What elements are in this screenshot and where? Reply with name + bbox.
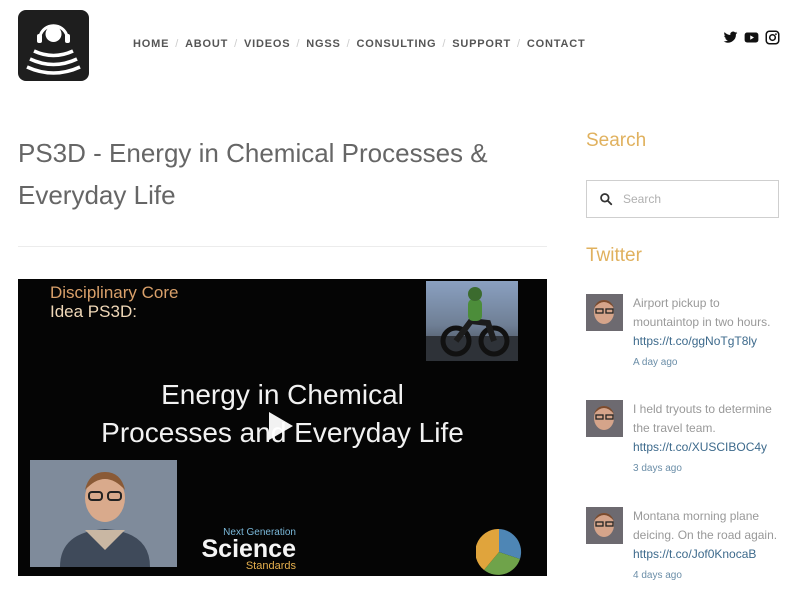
- page-title-line1: PS3D - Energy in Chemical Processes &: [18, 138, 488, 168]
- tweet-link[interactable]: https://t.co/XUSCIBOC4y: [633, 438, 783, 457]
- video-headline-line1: Energy in Chemical: [161, 379, 404, 410]
- tweet-text: Airport pickup to mountaintop in two hou…: [633, 296, 771, 329]
- search-icon: [600, 193, 613, 206]
- tweet-time[interactable]: 4 days ago: [633, 566, 783, 585]
- tweet-time[interactable]: 3 days ago: [633, 459, 783, 478]
- tweet-time[interactable]: A day ago: [633, 353, 783, 372]
- nav-separator: /: [517, 38, 521, 50]
- tweet-body: I held tryouts to determine the travel t…: [633, 400, 783, 478]
- nav-contact[interactable]: CONTACT: [527, 38, 586, 50]
- avatar: [586, 400, 623, 437]
- page-title: PS3D - Energy in Chemical Processes & Ev…: [18, 132, 538, 216]
- social-links: [723, 30, 780, 45]
- avatar: [586, 294, 623, 331]
- search-box[interactable]: [586, 180, 779, 218]
- video-player[interactable]: Disciplinary Core Idea PS3D: Energy in C…: [18, 279, 547, 576]
- nav-separator: /: [442, 38, 447, 50]
- play-icon[interactable]: [269, 412, 293, 440]
- nav-videos[interactable]: VIDEOS: [244, 38, 290, 50]
- nav-consulting[interactable]: CONSULTING: [357, 38, 437, 50]
- tweet-link[interactable]: https://t.co/ggNoTgT8ly: [633, 332, 783, 351]
- nav-home[interactable]: HOME: [133, 38, 169, 50]
- nav-separator: /: [296, 38, 301, 50]
- search-heading: Search: [586, 130, 647, 151]
- video-dci-line2: Idea PS3D:: [50, 302, 137, 321]
- motorcycle-thumbnail: [426, 281, 518, 361]
- nav-separator: /: [175, 38, 180, 50]
- site-logo[interactable]: [18, 10, 89, 81]
- tweet-link[interactable]: https://t.co/Jof0KnocaB: [633, 545, 783, 564]
- nav-separator: /: [234, 38, 239, 50]
- twitter-heading: Twitter: [586, 245, 642, 266]
- tweet-body: Montana morning plane deicing. On the ro…: [633, 507, 783, 585]
- search-input[interactable]: [621, 191, 775, 207]
- ngss-standards-text: Standards: [245, 560, 296, 572]
- nav-support[interactable]: SUPPORT: [452, 38, 511, 50]
- tweet-body: Airport pickup to mountaintop in two hou…: [633, 294, 783, 372]
- page-title-line2: Everyday Life: [18, 180, 176, 210]
- presenter-thumbnail: [30, 460, 177, 567]
- twitter-icon[interactable]: [723, 30, 738, 45]
- nav-ngss[interactable]: NGSS: [306, 38, 340, 50]
- avatar: [586, 507, 623, 544]
- tweet-text: I held tryouts to determine the travel t…: [633, 402, 772, 435]
- ngss-pie-icon: [476, 529, 522, 575]
- video-dci-line1: Disciplinary Core: [50, 283, 179, 302]
- title-divider: [18, 246, 547, 247]
- instagram-icon[interactable]: [765, 30, 780, 45]
- video-dci-label: Disciplinary Core Idea PS3D:: [50, 283, 178, 321]
- youtube-icon[interactable]: [744, 30, 759, 45]
- tweet-text: Montana morning plane deicing. On the ro…: [633, 509, 778, 542]
- main-nav: HOME / ABOUT / VIDEOS / NGSS / CONSULTIN…: [133, 38, 585, 50]
- nav-separator: /: [346, 38, 351, 50]
- nav-about[interactable]: ABOUT: [185, 38, 228, 50]
